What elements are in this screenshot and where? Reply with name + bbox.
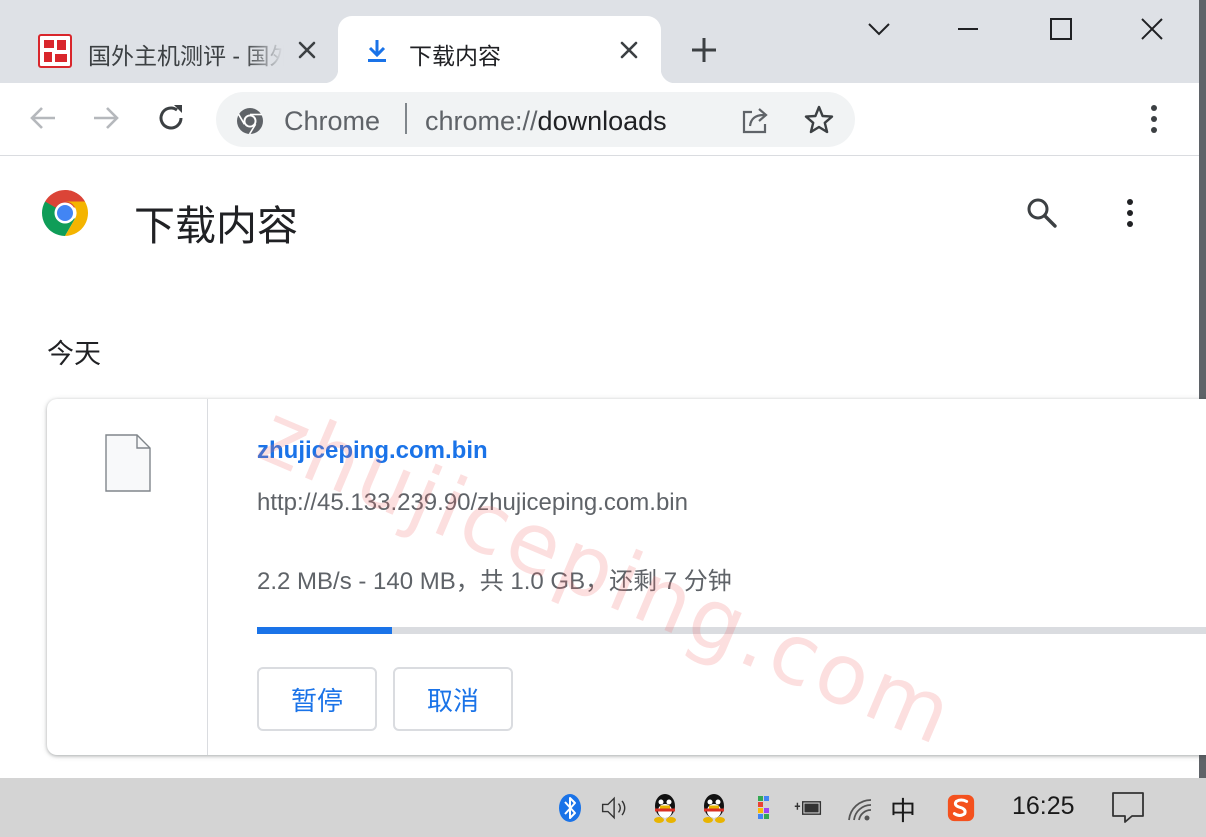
- browser-menu-icon[interactable]: [1139, 102, 1169, 136]
- url-host: downloads: [537, 106, 667, 136]
- clock[interactable]: 16:25: [1012, 792, 1075, 821]
- reload-icon[interactable]: [155, 102, 187, 134]
- volume-icon[interactable]: [600, 792, 630, 824]
- omnibox-origin-label: Chrome: [284, 106, 381, 136]
- tab-title: 国外主机测评 - 国外主机测评: [88, 43, 284, 69]
- download-progress-bar: [257, 627, 1206, 634]
- qq-penguin-icon[interactable]: [699, 792, 729, 824]
- maximize-icon[interactable]: [1046, 14, 1076, 44]
- pause-button[interactable]: 暂停: [257, 667, 377, 731]
- sogou-input-icon[interactable]: [946, 792, 976, 824]
- chevron-down-icon[interactable]: [864, 14, 894, 44]
- bookmark-star-icon[interactable]: [803, 104, 835, 136]
- file-icon: [105, 434, 151, 492]
- source-url[interactable]: http://45.133.239.90/zhujiceping.com.bin: [257, 489, 688, 517]
- bluetooth-icon[interactable]: [555, 792, 585, 824]
- ime-indicator[interactable]: 中: [890, 791, 916, 828]
- card-divider: [207, 399, 208, 755]
- back-arrow-icon[interactable]: [27, 102, 59, 134]
- chrome-gray-icon: [237, 108, 263, 135]
- tab-site[interactable]: 国外主机测评 - 国外主机测评: [22, 16, 332, 83]
- close-tab-icon[interactable]: [617, 38, 641, 62]
- chrome-logo-icon: [42, 190, 88, 236]
- tab-downloads[interactable]: 下载内容: [324, 16, 675, 83]
- battery-charging-icon[interactable]: [793, 792, 823, 824]
- search-icon[interactable]: [1025, 196, 1059, 230]
- share-icon[interactable]: [739, 104, 771, 136]
- new-tab-plus-icon[interactable]: [689, 35, 719, 65]
- wifi-icon[interactable]: [845, 792, 875, 824]
- address-bar[interactable]: Chrome chrome://downloads: [216, 92, 855, 147]
- omnibox-separator: [405, 103, 407, 134]
- minimize-icon[interactable]: [953, 14, 983, 44]
- more-actions-icon[interactable]: [1115, 195, 1145, 231]
- url-scheme: chrome://: [425, 106, 538, 136]
- tab-title: 下载内容: [409, 43, 501, 69]
- qq-penguin-icon[interactable]: [650, 792, 680, 824]
- page-title: 下载内容: [134, 203, 298, 249]
- site-logo-icon: [38, 34, 72, 68]
- file-name-link[interactable]: zhujiceping.com.bin: [257, 437, 488, 465]
- close-window-icon[interactable]: [1137, 14, 1167, 44]
- cancel-button[interactable]: 取消: [393, 667, 513, 731]
- url-text[interactable]: chrome://downloads: [425, 106, 667, 137]
- forward-arrow-icon[interactable]: [90, 102, 122, 134]
- date-section-header: 今天: [47, 339, 101, 369]
- download-status: 2.2 MB/s - 140 MB，共 1.0 GB，还剩 7 分钟: [257, 568, 732, 595]
- windows-taskbar: 中 16:25: [0, 778, 1206, 837]
- notification-icon[interactable]: [1110, 789, 1146, 825]
- colorful-app-icon[interactable]: [750, 792, 780, 824]
- download-item-card: zhujiceping.com.bin http://45.133.239.90…: [47, 399, 1206, 755]
- tab-strip: 国外主机测评 - 国外主机测评 下载内容: [0, 0, 1199, 83]
- close-tab-icon[interactable]: [295, 38, 319, 62]
- progress-fill: [257, 627, 393, 634]
- download-icon: [368, 40, 386, 62]
- browser-toolbar: Chrome chrome://downloads: [0, 83, 1199, 156]
